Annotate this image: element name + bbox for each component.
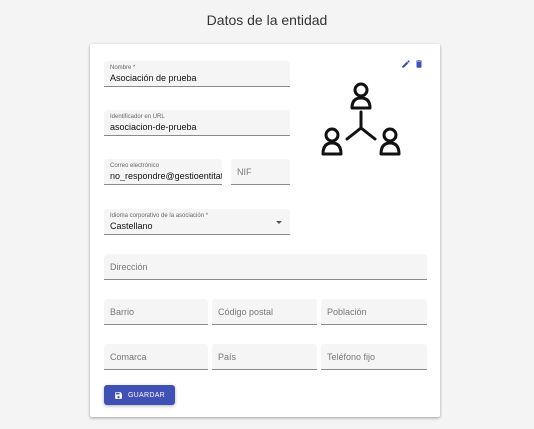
url-identifier-label: Identificador en URL	[110, 114, 165, 120]
email-field[interactable]: Correo electrónico no_respondre@gestioen…	[104, 159, 222, 185]
chevron-down-icon[interactable]	[276, 221, 282, 224]
direccion-field[interactable]: Dirección	[104, 254, 427, 280]
url-identifier-field[interactable]: Identificador en URL asociacion-de-prueb…	[104, 110, 290, 136]
language-label: Idioma corporativo de la asociación *	[110, 213, 209, 219]
entity-form-card: Nombre * Asociación de prueba Identifica…	[90, 44, 440, 417]
group-network-icon	[316, 78, 406, 160]
barrio-field[interactable]: Barrio	[104, 299, 208, 325]
comarca-placeholder: Comarca	[110, 352, 147, 362]
pencil-icon[interactable]	[401, 56, 411, 68]
page-title: Datos de la entidad	[206, 12, 328, 28]
poblacion-placeholder: Población	[327, 307, 367, 317]
comarca-field[interactable]: Comarca	[104, 344, 208, 370]
codigo-postal-field[interactable]: Código postal	[212, 299, 317, 325]
url-identifier-value: asociacion-de-prueba	[110, 122, 197, 132]
save-button[interactable]: GUARDAR	[104, 385, 175, 405]
pais-field[interactable]: País	[212, 344, 317, 370]
codigo-postal-placeholder: Código postal	[218, 307, 274, 317]
nombre-label: Nombre *	[110, 65, 136, 71]
pais-placeholder: País	[218, 352, 237, 362]
save-button-label: GUARDAR	[127, 391, 166, 399]
telefono-fijo-field[interactable]: Teléfono fijo	[321, 344, 427, 370]
barrio-placeholder: Barrio	[110, 307, 135, 317]
poblacion-field[interactable]: Población	[321, 299, 427, 325]
floppy-disk-icon	[114, 391, 123, 400]
language-select[interactable]: Idioma corporativo de la asociación * Ca…	[104, 209, 290, 235]
telefono-fijo-placeholder: Teléfono fijo	[327, 352, 376, 362]
email-value: no_respondre@gestioentitat	[110, 171, 222, 181]
email-label: Correo electrónico	[110, 163, 160, 169]
nombre-value: Asociación de prueba	[110, 73, 197, 83]
trash-icon[interactable]	[414, 56, 424, 68]
language-value: Castellano	[110, 221, 153, 231]
nif-placeholder: NIF	[237, 167, 252, 177]
nombre-field[interactable]: Nombre * Asociación de prueba	[104, 61, 290, 87]
nif-field[interactable]: NIF	[231, 159, 290, 185]
direccion-placeholder: Dirección	[110, 262, 148, 272]
